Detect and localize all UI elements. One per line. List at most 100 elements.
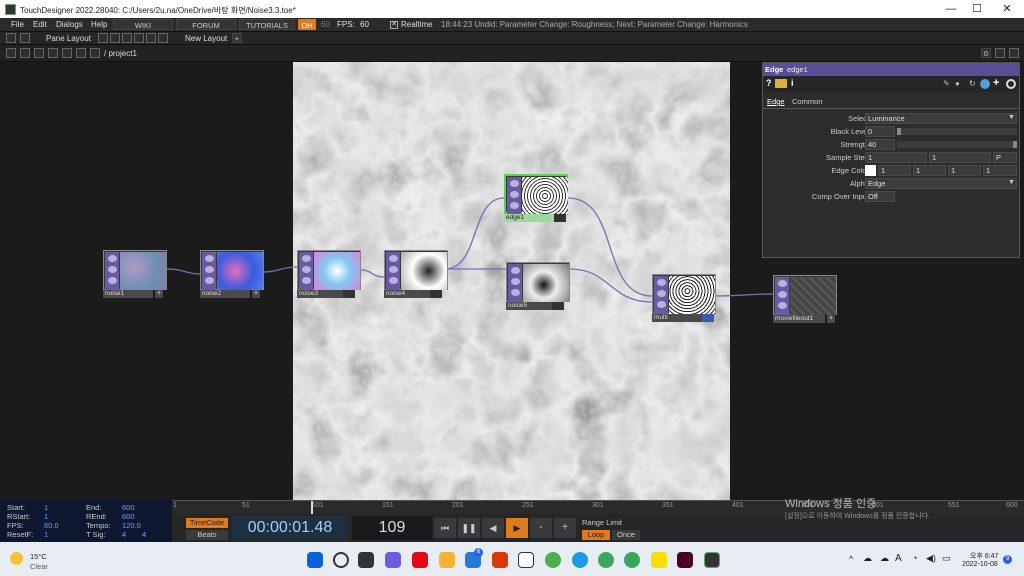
node-bypass-icon[interactable]: [205, 266, 214, 273]
office-icon[interactable]: [492, 552, 508, 568]
realtime-checkbox[interactable]: ✕: [390, 21, 398, 29]
forward-icon[interactable]: [48, 48, 58, 58]
tray-chat-icon[interactable]: ☁: [863, 553, 872, 564]
chrome-profile-icon[interactable]: [598, 552, 614, 568]
step-back-button[interactable]: -: [530, 518, 552, 538]
volume-icon[interactable]: ◀): [926, 553, 936, 564]
play-forward-button[interactable]: ▶: [506, 518, 528, 538]
menu-help[interactable]: Help: [91, 20, 107, 29]
forum-button[interactable]: FORUM: [176, 19, 236, 30]
end-field[interactable]: 600: [122, 503, 135, 512]
pane-split-icon[interactable]: [6, 33, 16, 43]
tutorials-button[interactable]: TUTORIALS: [239, 19, 295, 30]
node-noise3[interactable]: noise3: [297, 250, 361, 298]
add-op-icon[interactable]: [62, 48, 72, 58]
python-icon[interactable]: [980, 79, 990, 89]
start-windows-icon[interactable]: [307, 552, 323, 568]
edit-icon[interactable]: ✎: [943, 79, 950, 88]
node-flag-icon[interactable]: [302, 277, 311, 284]
notion-icon[interactable]: [518, 552, 534, 568]
node-plus-icon[interactable]: +: [155, 290, 163, 298]
task-view-icon[interactable]: [358, 552, 374, 568]
chat-icon[interactable]: [385, 552, 401, 568]
weather-desc[interactable]: Clear: [30, 562, 48, 571]
target-icon[interactable]: [1006, 79, 1016, 89]
node-bypass-icon[interactable]: [108, 266, 117, 273]
node-noise2[interactable]: noise2 +: [200, 250, 264, 298]
node-display-icon[interactable]: [702, 314, 714, 322]
node-bypass-icon[interactable]: [302, 266, 311, 273]
search-icon[interactable]: [333, 552, 349, 568]
edge-color-b-field[interactable]: 1: [948, 165, 981, 176]
node-viewer-icon[interactable]: [108, 255, 117, 262]
battery-icon[interactable]: ▭: [942, 553, 951, 564]
tray-chevron-icon[interactable]: ^: [849, 554, 853, 564]
black-level-field[interactable]: 0: [865, 126, 895, 137]
pane-close-right-icon[interactable]: [1009, 48, 1019, 58]
node-viewer-icon[interactable]: [778, 280, 787, 287]
menu-file[interactable]: File: [11, 20, 24, 29]
node-flag-icon[interactable]: [511, 289, 520, 296]
strength-field[interactable]: 40: [865, 139, 895, 150]
op-name[interactable]: edge1: [787, 65, 808, 74]
reset-icon[interactable]: ↻: [969, 79, 976, 88]
node-noise1[interactable]: noise1 +: [103, 250, 167, 298]
rewind-button[interactable]: ⏮: [434, 518, 456, 538]
step-forward-button[interactable]: +: [554, 518, 576, 538]
input-language[interactable]: A: [895, 553, 902, 564]
tab-edge[interactable]: Edge: [767, 97, 785, 106]
start-field[interactable]: 1: [44, 503, 48, 512]
rstart-field[interactable]: 1: [44, 512, 48, 521]
layout-3-icon[interactable]: [122, 33, 132, 43]
node-moviefileout1[interactable]: moviefileout1 +: [773, 275, 837, 323]
comment-icon[interactable]: ●: [955, 79, 960, 88]
node-flag-icon[interactable]: [389, 277, 398, 284]
sample-step-y-field[interactable]: 1: [929, 152, 991, 163]
pane-expand-icon[interactable]: [995, 48, 1005, 58]
node-flag-icon[interactable]: [108, 277, 117, 284]
edge-color-a-field[interactable]: 1: [983, 165, 1017, 176]
node-multi[interactable]: multi: [652, 274, 716, 322]
node-bypass-icon[interactable]: [510, 191, 519, 198]
weather-temp[interactable]: 15°C: [30, 552, 47, 561]
wiki-button[interactable]: WIKI: [113, 19, 173, 30]
node-plus-icon[interactable]: +: [252, 290, 260, 298]
timecode-toggle[interactable]: TimeCode: [186, 518, 228, 528]
node-bypass-icon[interactable]: [778, 291, 787, 298]
wifi-icon[interactable]: ◔: [912, 553, 917, 563]
loop-toggle[interactable]: Loop: [582, 530, 610, 540]
once-toggle[interactable]: Once: [612, 530, 640, 540]
clock-time[interactable]: 오후 6:47: [970, 551, 998, 561]
chrome-icon[interactable]: [545, 552, 561, 568]
resetf-field[interactable]: 1: [44, 530, 48, 539]
oh-button[interactable]: OH: [298, 19, 316, 30]
fps-field[interactable]: 60.0: [44, 521, 59, 530]
add-param-icon[interactable]: +: [993, 77, 999, 89]
maximize-button[interactable]: ☐: [962, 1, 992, 17]
home-icon[interactable]: [20, 48, 30, 58]
node-flag-icon[interactable]: [510, 202, 519, 209]
edge-browser-icon[interactable]: [572, 552, 588, 568]
help-icon[interactable]: ?: [766, 78, 772, 88]
tsig-denominator-field[interactable]: 4: [142, 530, 146, 539]
info-icon[interactable]: i: [791, 78, 794, 88]
sample-step-unit-dropdown[interactable]: P: [993, 152, 1017, 163]
pane-options-icon[interactable]: [90, 48, 100, 58]
node-display-icon[interactable]: [554, 214, 566, 222]
netflix-icon[interactable]: [412, 552, 428, 568]
edge-color-r-field[interactable]: 1: [878, 165, 911, 176]
node-flag-icon[interactable]: [657, 301, 666, 308]
node-display-icon[interactable]: [430, 290, 442, 298]
beats-toggle[interactable]: Beats: [186, 530, 228, 540]
node-flag-icon[interactable]: [778, 302, 787, 309]
notification-count[interactable]: 9: [1003, 555, 1012, 564]
node-display-icon[interactable]: [343, 290, 355, 298]
node-viewer-icon[interactable]: [657, 279, 666, 286]
indesign-icon[interactable]: [677, 552, 693, 568]
layout-1-icon[interactable]: [98, 33, 108, 43]
node-display-icon[interactable]: [552, 302, 564, 310]
frame-display[interactable]: 109: [352, 516, 432, 540]
menu-dialogs[interactable]: Dialogs: [56, 20, 83, 29]
playhead[interactable]: [311, 501, 313, 514]
layout-2-icon[interactable]: [110, 33, 120, 43]
